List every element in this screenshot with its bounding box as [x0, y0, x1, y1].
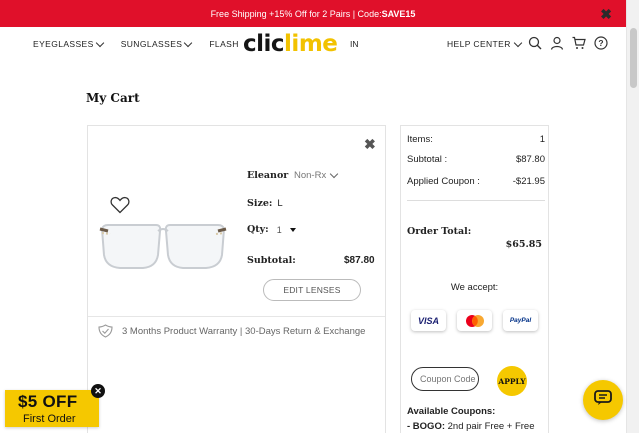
items-value: 1: [539, 134, 545, 145]
chevron-down-icon: [95, 38, 104, 47]
qty-select[interactable]: 1: [277, 225, 296, 235]
caret-down-icon: [289, 227, 296, 232]
visa-label: VISA: [417, 315, 439, 326]
summary-subtotal-row: Subtotal : $87.80: [407, 154, 545, 165]
item-subtotal-label: Subtotal:: [247, 255, 296, 266]
promo-text: Free Shipping +15% Off for 2 Pairs | Cod…: [210, 8, 382, 19]
product-name[interactable]: Eleanor: [247, 170, 288, 181]
warranty-info: 3 Months Product Warranty | 30-Days Retu…: [98, 324, 365, 338]
applied-coupon-value: -$21.95: [512, 176, 545, 187]
subtotal-label: Subtotal :: [407, 154, 448, 165]
help-center-menu[interactable]: HELP CENTER: [447, 38, 523, 49]
item-subtotal-value: $87.80: [344, 255, 375, 266]
order-total-value: $65.85: [505, 239, 542, 250]
applied-coupon-label: Applied Coupon :: [407, 176, 480, 187]
qty-value: 1: [276, 224, 282, 235]
logo-text-a: clic: [243, 31, 285, 57]
available-coupons-heading: Available Coupons:: [407, 406, 496, 417]
subtotal-value: $87.80: [515, 154, 545, 165]
remove-item-icon[interactable]: ✖: [364, 136, 376, 153]
order-total-label: Order Total:: [407, 226, 472, 237]
lens-type-select[interactable]: Non-Rx: [294, 169, 339, 181]
cart-icon[interactable]: [572, 36, 586, 50]
nav-sunglasses-label: SUNGLASSES: [120, 39, 183, 49]
product-image[interactable]: [98, 219, 228, 274]
summary-coupon-row: Applied Coupon : -$21.95: [407, 176, 545, 187]
coupon-code-input[interactable]: [411, 367, 479, 391]
bogo-text: 2nd pair Free + Free: [445, 421, 535, 432]
chevron-down-icon: [184, 38, 193, 47]
promo-code: SAVE15: [381, 8, 416, 19]
close-icon[interactable]: ✖: [600, 6, 612, 23]
warranty-text: 3 Months Product Warranty | 30-Days Retu…: [122, 325, 366, 337]
page-title: My Cart: [86, 91, 140, 105]
first-order-promo[interactable]: $5 OFF First Order: [5, 390, 99, 427]
apply-coupon-button[interactable]: APPLY: [497, 366, 527, 396]
cart-item-card: ✖ Eleanor Non-Rx Size: L Qty: 1 Subtotal:…: [87, 125, 386, 433]
warranty-icon: [98, 324, 113, 338]
coupon-bogo: - BOGO: 2nd pair Free + Free: [407, 421, 535, 432]
qty-label: Qty:: [247, 224, 269, 235]
visa-icon: VISA: [411, 310, 446, 331]
order-summary: Items: 1 Subtotal : $87.80 Applied Coupo…: [400, 125, 549, 433]
nav-partial-item[interactable]: IN: [350, 39, 359, 49]
page-scrollbar[interactable]: [626, 0, 639, 433]
product-qty: Qty: 1: [247, 224, 296, 235]
help-icon[interactable]: ?: [594, 36, 608, 50]
summary-divider: [407, 200, 545, 201]
size-label: Size:: [247, 198, 273, 209]
nav-sunglasses[interactable]: SUNGLASSES: [120, 38, 193, 49]
lens-type-value: Non-Rx: [294, 170, 327, 181]
search-icon[interactable]: [528, 36, 542, 50]
site-header: EYEGLASSES SUNGLASSES FLASH SA cliclime …: [0, 27, 626, 63]
header-icons: ?: [528, 36, 608, 50]
site-logo[interactable]: cliclime: [241, 30, 340, 58]
chat-button[interactable]: [583, 380, 623, 420]
chevron-down-icon: [329, 169, 339, 179]
edit-lenses-button[interactable]: EDIT LENSES: [263, 279, 361, 301]
nav-eyeglasses[interactable]: EYEGLASSES: [33, 38, 104, 49]
nav-eyeglasses-label: EYEGLASSES: [33, 39, 94, 49]
chevron-down-icon: [513, 38, 523, 47]
scrollbar-thumb[interactable]: [630, 28, 637, 88]
help-center-label: HELP CENTER: [447, 39, 511, 49]
paypal-label: PayPal: [509, 317, 532, 324]
heart-icon[interactable]: [110, 196, 130, 214]
logo-text-b: lime: [284, 31, 338, 57]
mastercard-icon: [457, 310, 492, 331]
size-value: L: [277, 198, 283, 209]
bogo-label: - BOGO:: [407, 421, 445, 432]
promo-bar: Free Shipping +15% Off for 2 Pairs | Cod…: [0, 0, 626, 27]
svg-text:?: ?: [598, 38, 603, 48]
promo-subtitle: First Order: [23, 413, 76, 425]
card-divider: [88, 316, 385, 317]
payment-methods: VISA PayPal: [411, 310, 538, 331]
user-icon[interactable]: [550, 36, 564, 50]
product-size: Size: L: [247, 198, 283, 209]
main-nav: EYEGLASSES SUNGLASSES FLASH SA: [33, 38, 254, 49]
promo-amount: $5 OFF: [18, 392, 78, 411]
paypal-icon: PayPal: [503, 310, 538, 331]
chat-icon: [594, 389, 612, 411]
items-label: Items:: [407, 134, 433, 145]
close-icon[interactable]: ✕: [91, 384, 105, 398]
we-accept-label: We accept:: [450, 282, 499, 293]
summary-items-row: Items: 1: [407, 134, 545, 145]
